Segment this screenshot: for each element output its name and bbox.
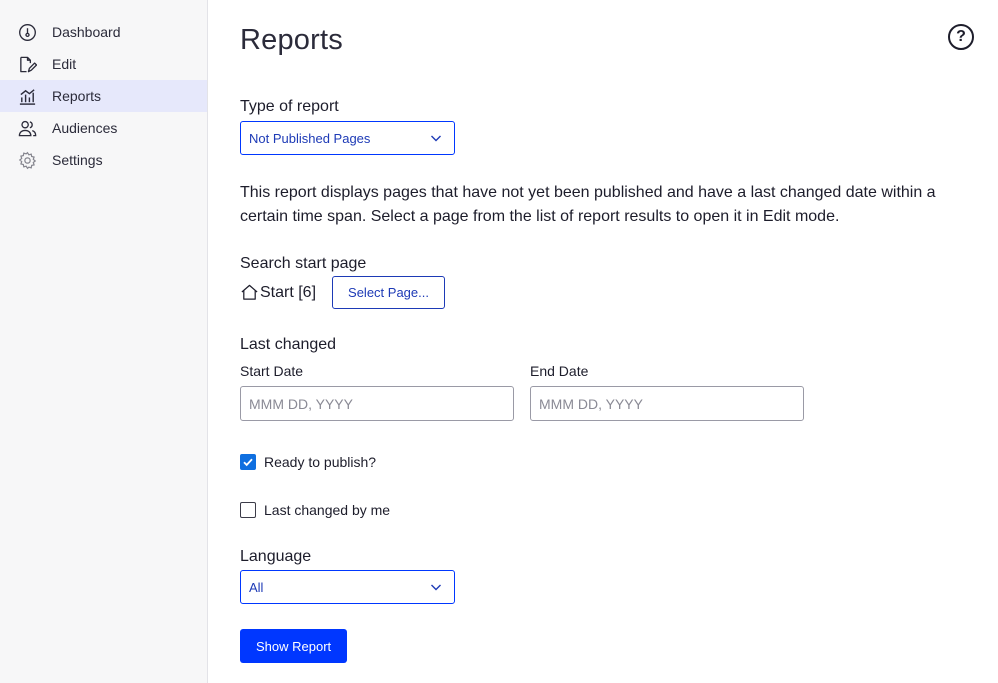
sidebar-item-edit[interactable]: Edit	[0, 48, 207, 80]
question-circle-icon: ?	[956, 28, 966, 45]
type-of-report-label: Type of report	[240, 98, 339, 115]
type-of-report-value: Not Published Pages	[249, 130, 371, 146]
end-date-input[interactable]	[530, 386, 804, 421]
search-start-page-section: Search start page Start [6] Select Page.…	[240, 255, 998, 309]
page-title: Reports	[240, 24, 343, 56]
chevron-down-icon	[430, 132, 442, 144]
reports-chart-icon	[17, 86, 37, 106]
end-date-label: End Date	[530, 363, 589, 379]
app-root: Dashboard Edit Reports Audiences Setting…	[0, 0, 998, 683]
language-select[interactable]: All	[240, 570, 455, 604]
sidebar-item-label: Dashboard	[52, 24, 121, 40]
dashboard-gauge-icon	[17, 22, 37, 42]
sidebar-item-audiences[interactable]: Audiences	[0, 112, 207, 144]
sidebar: Dashboard Edit Reports Audiences Setting…	[0, 0, 208, 683]
sidebar-item-dashboard[interactable]: Dashboard	[0, 16, 207, 48]
language-section: Language All	[240, 548, 998, 604]
sidebar-item-label: Edit	[52, 56, 77, 72]
chevron-down-icon	[430, 581, 442, 593]
sidebar-item-label: Reports	[52, 88, 102, 104]
language-label: Language	[240, 548, 312, 565]
start-date-input[interactable]	[240, 386, 514, 421]
search-start-page-label: Search start page	[240, 255, 367, 272]
home-icon	[240, 283, 260, 302]
last-changed-by-me-label: Last changed by me	[264, 502, 391, 518]
sidebar-item-settings[interactable]: Settings	[0, 144, 207, 176]
ready-to-publish-checkbox[interactable]	[240, 454, 256, 470]
sidebar-item-label: Audiences	[52, 120, 118, 136]
main-content: Reports ? Type of report Not Published P…	[208, 0, 998, 683]
start-page-text: Start [6]	[260, 283, 317, 301]
sidebar-item-label: Settings	[52, 152, 103, 168]
ready-to-publish-row[interactable]: Ready to publish?	[240, 454, 998, 470]
end-date-group: End Date	[530, 363, 820, 421]
sidebar-item-reports[interactable]: Reports	[0, 80, 207, 112]
ready-to-publish-label: Ready to publish?	[264, 454, 377, 470]
audiences-users-icon	[17, 118, 37, 138]
show-report-button[interactable]: Show Report	[240, 629, 348, 663]
language-value: All	[249, 579, 264, 595]
start-page-value: Start [6]	[240, 283, 316, 302]
type-of-report-section: Type of report Not Published Pages	[240, 98, 998, 155]
report-description: This report displays pages that have not…	[240, 184, 936, 225]
select-page-button[interactable]: Select Page...	[332, 276, 445, 309]
start-page-row: Start [6] Select Page...	[240, 276, 998, 309]
last-changed-section: Last changed Start Date End Date	[240, 336, 998, 421]
start-date-group: Start Date	[240, 363, 530, 421]
date-range: Start Date End Date	[240, 363, 998, 421]
help-button[interactable]: ?	[948, 24, 974, 50]
last-changed-by-me-row[interactable]: Last changed by me	[240, 502, 998, 518]
start-date-label: Start Date	[240, 363, 304, 379]
last-changed-label: Last changed	[240, 336, 337, 353]
gear-icon	[17, 150, 37, 170]
last-changed-by-me-checkbox[interactable]	[240, 502, 256, 518]
type-of-report-select[interactable]: Not Published Pages	[240, 121, 455, 155]
edit-pencil-icon	[17, 54, 37, 74]
